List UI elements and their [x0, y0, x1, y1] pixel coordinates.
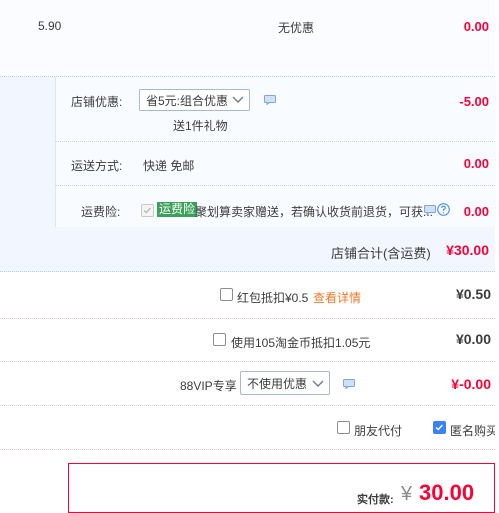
shop-discount-select[interactable]: 省5元:组合优惠 [139, 89, 250, 111]
shop-total-label: 店铺合计(含运费) [331, 246, 431, 261]
shipping-method: 快递 免邮 [143, 159, 195, 173]
message-icon[interactable] [343, 379, 355, 389]
order-item-row [0, 0, 495, 77]
divider [0, 318, 495, 319]
divider [55, 185, 495, 186]
check-icon [143, 207, 151, 214]
vip-discount-selected: 不使用优惠 [247, 377, 308, 391]
red-packet-amount: ¥0.50 [455, 286, 491, 302]
shop-discount-amount: -5.00 [459, 94, 489, 109]
divider [0, 361, 495, 362]
check-icon [435, 424, 443, 431]
payment-currency: ¥ [401, 483, 413, 505]
coins-checkbox[interactable] [213, 333, 226, 346]
divider [0, 405, 495, 406]
insurance-checkbox[interactable] [141, 204, 154, 217]
help-icon[interactable] [437, 203, 450, 216]
red-packet-label: 红包抵扣¥0.5 [237, 291, 309, 305]
red-packet-detail-link[interactable]: 查看详情 [313, 289, 361, 306]
payment-label: 实付款: [357, 494, 394, 506]
shop-discount-label: 店铺优惠: [71, 95, 123, 109]
anonymous-label: 匿名购买 [450, 424, 495, 438]
shop-discount-gift: 送1件礼物 [173, 119, 228, 133]
coins-amount: ¥0.00 [455, 331, 491, 347]
shop-discount-selected: 省5元:组合优惠 [146, 94, 229, 108]
insurance-amount: 0.00 [463, 204, 489, 219]
divider [55, 141, 495, 142]
shipping-amount: 0.00 [463, 156, 489, 171]
chevron-down-icon [232, 96, 244, 103]
insurance-badge: 运费险 [157, 202, 198, 217]
item-discount-label: 无优惠 [278, 21, 315, 35]
insurance-text: 聚划算卖家赠送，若确认收货前退货，可获... [195, 205, 434, 219]
friend-pay-checkbox[interactable] [337, 421, 350, 434]
vip-discount-select[interactable]: 不使用优惠 [240, 371, 330, 395]
payment-amount: 30.00 [419, 480, 475, 505]
message-icon[interactable] [424, 205, 436, 215]
shipping-label: 运送方式: [71, 159, 123, 173]
chevron-down-icon [312, 380, 324, 387]
item-subtotal: 0.00 [463, 19, 489, 34]
insurance-label: 运费险: [81, 205, 121, 219]
divider [0, 449, 495, 450]
message-icon[interactable] [264, 95, 276, 105]
shop-total-amount: ¥30.00 [446, 242, 489, 258]
item-unit-price: 5.90 [38, 19, 62, 33]
friend-pay-label: 朋友代付 [354, 424, 403, 438]
vip-label: 88VIP专享 [180, 379, 237, 393]
red-packet-checkbox[interactable] [220, 288, 233, 301]
coins-label: 使用105淘金币抵扣1.05元 [231, 336, 371, 350]
vip-amount: ¥-0.00 [451, 376, 491, 392]
anonymous-checkbox[interactable] [433, 421, 446, 434]
